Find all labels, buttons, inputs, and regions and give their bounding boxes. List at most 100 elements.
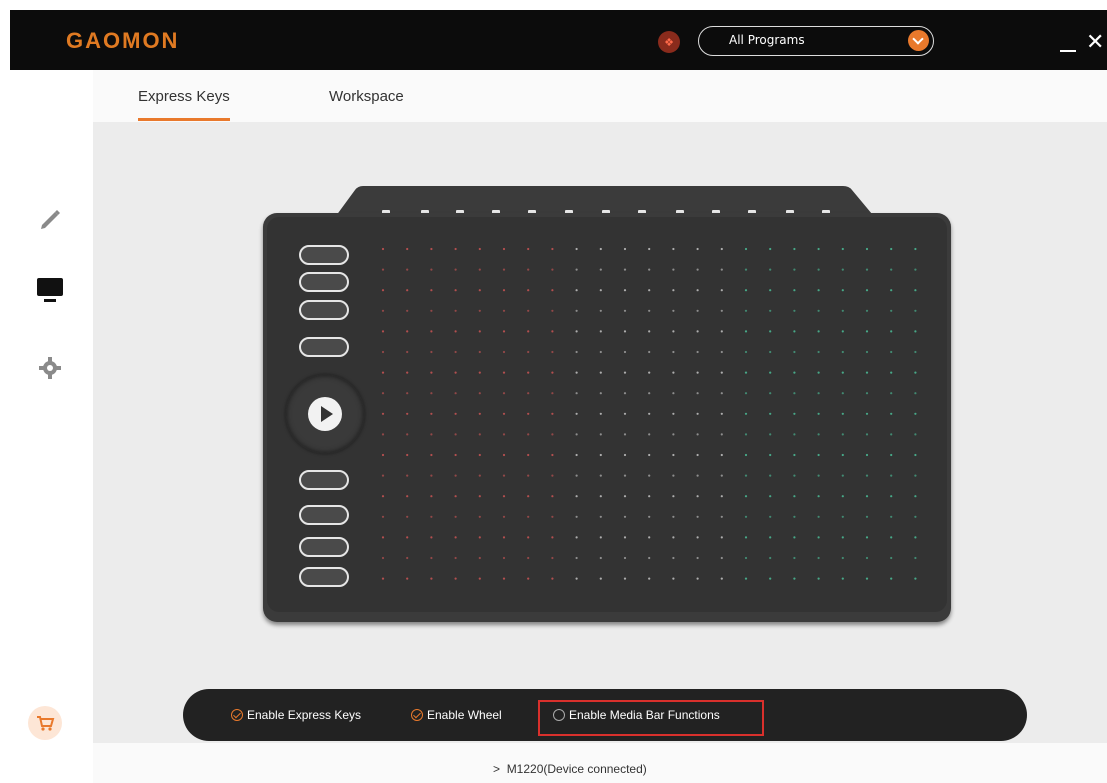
grid-dot	[841, 412, 844, 415]
grid-dot	[575, 247, 578, 251]
grid-dot	[454, 577, 457, 580]
display-icon[interactable]	[30, 270, 70, 310]
scroll-wheel[interactable]	[285, 374, 365, 454]
express-key-3[interactable]	[299, 300, 349, 320]
pen-icon[interactable]	[30, 200, 70, 240]
grid-dot	[381, 350, 385, 354]
grid-dot	[744, 309, 748, 312]
grid-dot	[720, 392, 723, 395]
app-program-icon[interactable]: ❖	[658, 31, 680, 53]
grid-dot	[914, 453, 917, 457]
grid-dot	[696, 556, 699, 560]
media-key-12-icon[interactable]	[786, 201, 794, 216]
media-key-3-icon[interactable]	[456, 201, 464, 216]
title-bar: GAOMON ❖ All Programs ✕	[10, 10, 1107, 70]
media-key-11-icon[interactable]	[748, 201, 756, 216]
program-select[interactable]: All Programs	[698, 26, 934, 56]
grid-dot	[744, 536, 748, 539]
minimize-button[interactable]	[1060, 50, 1076, 52]
gaomon-logo: GAOMON	[66, 28, 180, 53]
media-key-8-icon[interactable]	[638, 201, 646, 216]
check-icon[interactable]	[411, 709, 423, 721]
enable-wheel-label: Enable Wheel	[427, 708, 502, 722]
grid-dot	[672, 577, 675, 580]
check-icon[interactable]	[231, 709, 243, 721]
express-key-1[interactable]	[299, 245, 349, 265]
grid-dot	[381, 268, 385, 271]
grid-dot	[575, 433, 578, 436]
media-key-4-icon[interactable]	[492, 201, 500, 216]
device-status[interactable]: > M1220(Device connected)	[493, 762, 647, 776]
express-key-6[interactable]	[299, 505, 349, 525]
express-key-7[interactable]	[299, 537, 349, 557]
grid-dot	[696, 268, 699, 271]
grid-dot	[865, 495, 869, 498]
grid-dot	[406, 268, 409, 271]
grid-dot	[551, 268, 554, 271]
grid-dot	[914, 350, 917, 354]
grid-dot	[744, 556, 748, 560]
media-key-5-icon[interactable]	[528, 201, 536, 216]
grid-dot	[406, 350, 409, 354]
grid-dot	[914, 577, 917, 580]
grid-dot	[551, 556, 554, 560]
grid-dot	[841, 350, 844, 354]
grid-dot	[720, 371, 723, 374]
cart-icon[interactable]	[28, 706, 62, 740]
gear-icon[interactable]	[30, 348, 70, 388]
tab-express-keys[interactable]: Express Keys	[138, 88, 230, 121]
grid-dot	[623, 412, 627, 415]
grid-dot	[769, 371, 772, 374]
media-key-10-icon[interactable]	[712, 201, 720, 216]
grid-dot	[599, 453, 602, 457]
grid-dot	[648, 556, 651, 560]
grid-dot	[381, 412, 385, 415]
grid-dot	[672, 495, 675, 498]
grid-dot	[478, 515, 481, 518]
grid-dot	[793, 433, 796, 436]
grid-dot	[672, 433, 675, 436]
grid-dot	[430, 556, 433, 560]
grid-dot	[793, 495, 796, 498]
grid-dot	[648, 495, 651, 498]
express-key-2[interactable]	[299, 272, 349, 292]
grid-dot	[551, 371, 554, 374]
grid-dot	[623, 289, 627, 292]
media-key-9-icon[interactable]	[676, 201, 684, 216]
grid-dot	[381, 392, 385, 395]
grid-dot	[599, 289, 602, 292]
media-key-6-icon[interactable]	[565, 201, 573, 216]
chevron-down-icon[interactable]	[908, 30, 929, 51]
status-bar: > M1220(Device connected)	[93, 743, 1107, 783]
grid-dot	[648, 330, 651, 333]
grid-dot	[890, 247, 893, 251]
grid-dot	[502, 515, 506, 518]
grid-dot	[696, 350, 699, 354]
grid-dot	[914, 247, 917, 251]
grid-dot	[406, 515, 409, 518]
media-key-13-icon[interactable]	[822, 201, 830, 216]
grid-dot	[623, 247, 627, 251]
grid-dot	[793, 392, 796, 395]
tab-workspace[interactable]: Workspace	[329, 88, 404, 105]
grid-dot	[623, 392, 627, 395]
grid-dot	[865, 453, 869, 457]
express-key-5[interactable]	[299, 470, 349, 490]
media-key-2-icon[interactable]	[421, 201, 429, 216]
enable-wheel-option[interactable]: Enable Wheel	[411, 708, 502, 722]
grid-dot	[430, 495, 433, 498]
enable-express-keys-option[interactable]: Enable Express Keys	[231, 708, 361, 722]
grid-dot	[865, 536, 869, 539]
close-button[interactable]: ✕	[1086, 32, 1104, 54]
grid-dot	[744, 515, 748, 518]
media-key-1-icon[interactable]	[382, 201, 390, 216]
grid-dot	[430, 515, 433, 518]
grid-dot	[914, 556, 917, 560]
media-key-7-icon[interactable]	[602, 201, 610, 216]
express-key-4[interactable]	[299, 337, 349, 357]
grid-dot	[623, 556, 627, 560]
express-key-8[interactable]	[299, 567, 349, 587]
grid-dot	[430, 453, 433, 457]
wheel-center-button[interactable]	[308, 397, 342, 431]
grid-dot	[817, 433, 820, 436]
